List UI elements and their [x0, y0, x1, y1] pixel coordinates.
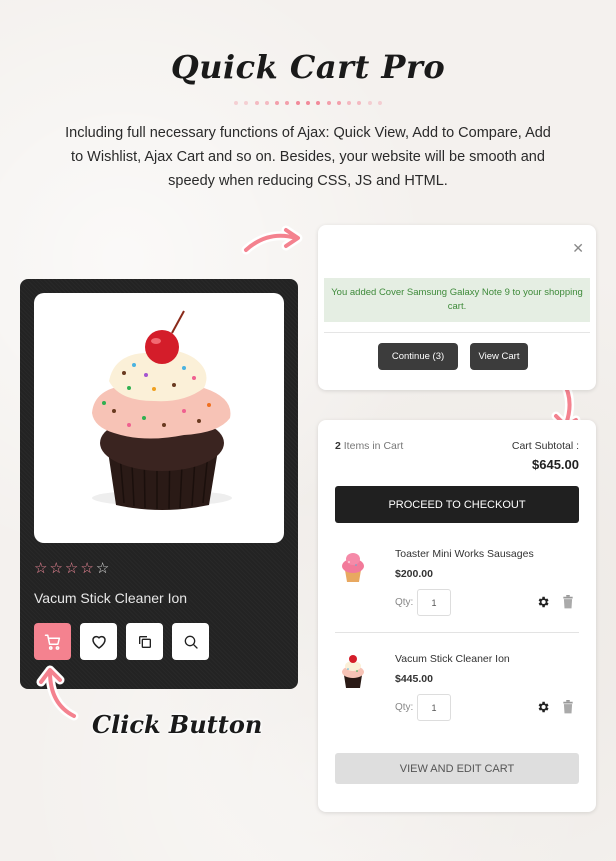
cart-item-count: 2 Items in Cart — [335, 440, 403, 452]
cart-count-label: Items in Cart — [343, 440, 404, 452]
cart-item-price: $445.00 — [395, 673, 433, 685]
gear-icon[interactable] — [536, 700, 550, 714]
gear-icon[interactable] — [536, 595, 550, 609]
star-icon: ☆ — [64, 560, 79, 577]
cart-item: Toaster Mini Works Sausages $200.00 Qty: — [335, 540, 579, 640]
product-rating: ☆ ☆ ☆ ☆ ☆ — [34, 561, 109, 577]
star-icon: ☆ — [34, 560, 48, 577]
product-name[interactable]: Vacum Stick Cleaner Ion — [34, 590, 187, 606]
view-and-edit-cart-button[interactable]: VIEW AND EDIT CART — [335, 753, 579, 784]
product-thumbnail[interactable] — [335, 651, 371, 691]
add-to-cart-popup: ✕ You added Cover Samsung Galaxy Note 9 … — [318, 225, 596, 390]
divider — [335, 632, 579, 633]
add-to-cart-button[interactable] — [34, 623, 71, 660]
heart-icon — [91, 635, 106, 649]
qty-label: Qty: — [395, 597, 414, 608]
title-divider — [234, 100, 382, 106]
subtotal-value: $645.00 — [532, 457, 579, 472]
view-cart-button[interactable]: View Cart — [470, 343, 528, 370]
qty-label: Qty: — [395, 702, 414, 713]
click-button-annotation: Click Button — [92, 710, 263, 739]
proceed-to-checkout-button[interactable]: PROCEED TO CHECKOUT — [335, 486, 579, 523]
trash-icon[interactable] — [562, 700, 574, 714]
cart-count-number: 2 — [335, 440, 341, 452]
compare-button[interactable] — [126, 623, 163, 660]
cupcake-image — [92, 310, 232, 510]
search-icon — [184, 635, 198, 649]
star-icon: ☆ — [80, 560, 94, 577]
product-image[interactable] — [34, 293, 284, 543]
product-card: ☆ ☆ ☆ ☆ ☆ Vacum Stick Cleaner Ion — [20, 279, 298, 689]
subtotal-label: Cart Subtotal : — [511, 440, 579, 452]
star-icon: ☆ — [49, 560, 63, 577]
success-message: You added Cover Samsung Galaxy Note 9 to… — [324, 278, 590, 322]
close-icon[interactable]: ✕ — [572, 240, 584, 257]
star-icon: ☆ — [95, 560, 110, 577]
compare-icon — [138, 635, 151, 648]
continue-button[interactable]: Continue (3) — [378, 343, 458, 370]
product-actions — [34, 623, 209, 660]
qty-input[interactable] — [417, 694, 451, 721]
arrow-up-icon — [36, 665, 79, 721]
qty-input[interactable] — [417, 589, 451, 616]
cart-item-price: $200.00 — [395, 568, 433, 580]
trash-icon[interactable] — [562, 595, 574, 609]
page-description: Including full necessary functions of Aj… — [65, 125, 551, 189]
divider — [324, 332, 590, 333]
mini-cart: 2 Items in Cart Cart Subtotal : $645.00 … — [318, 420, 596, 812]
cart-icon — [44, 634, 60, 650]
cart-item-name[interactable]: Vacum Stick Cleaner Ion — [395, 653, 510, 665]
cart-item-name[interactable]: Toaster Mini Works Sausages — [395, 548, 534, 560]
product-thumbnail[interactable] — [335, 546, 371, 586]
wishlist-button[interactable] — [80, 623, 117, 660]
quick-view-button[interactable] — [172, 623, 209, 660]
cart-item: Vacum Stick Cleaner Ion $445.00 Qty: — [335, 645, 579, 745]
arrow-right-icon — [241, 225, 303, 255]
page-title: Quick Cart Pro — [170, 48, 446, 86]
